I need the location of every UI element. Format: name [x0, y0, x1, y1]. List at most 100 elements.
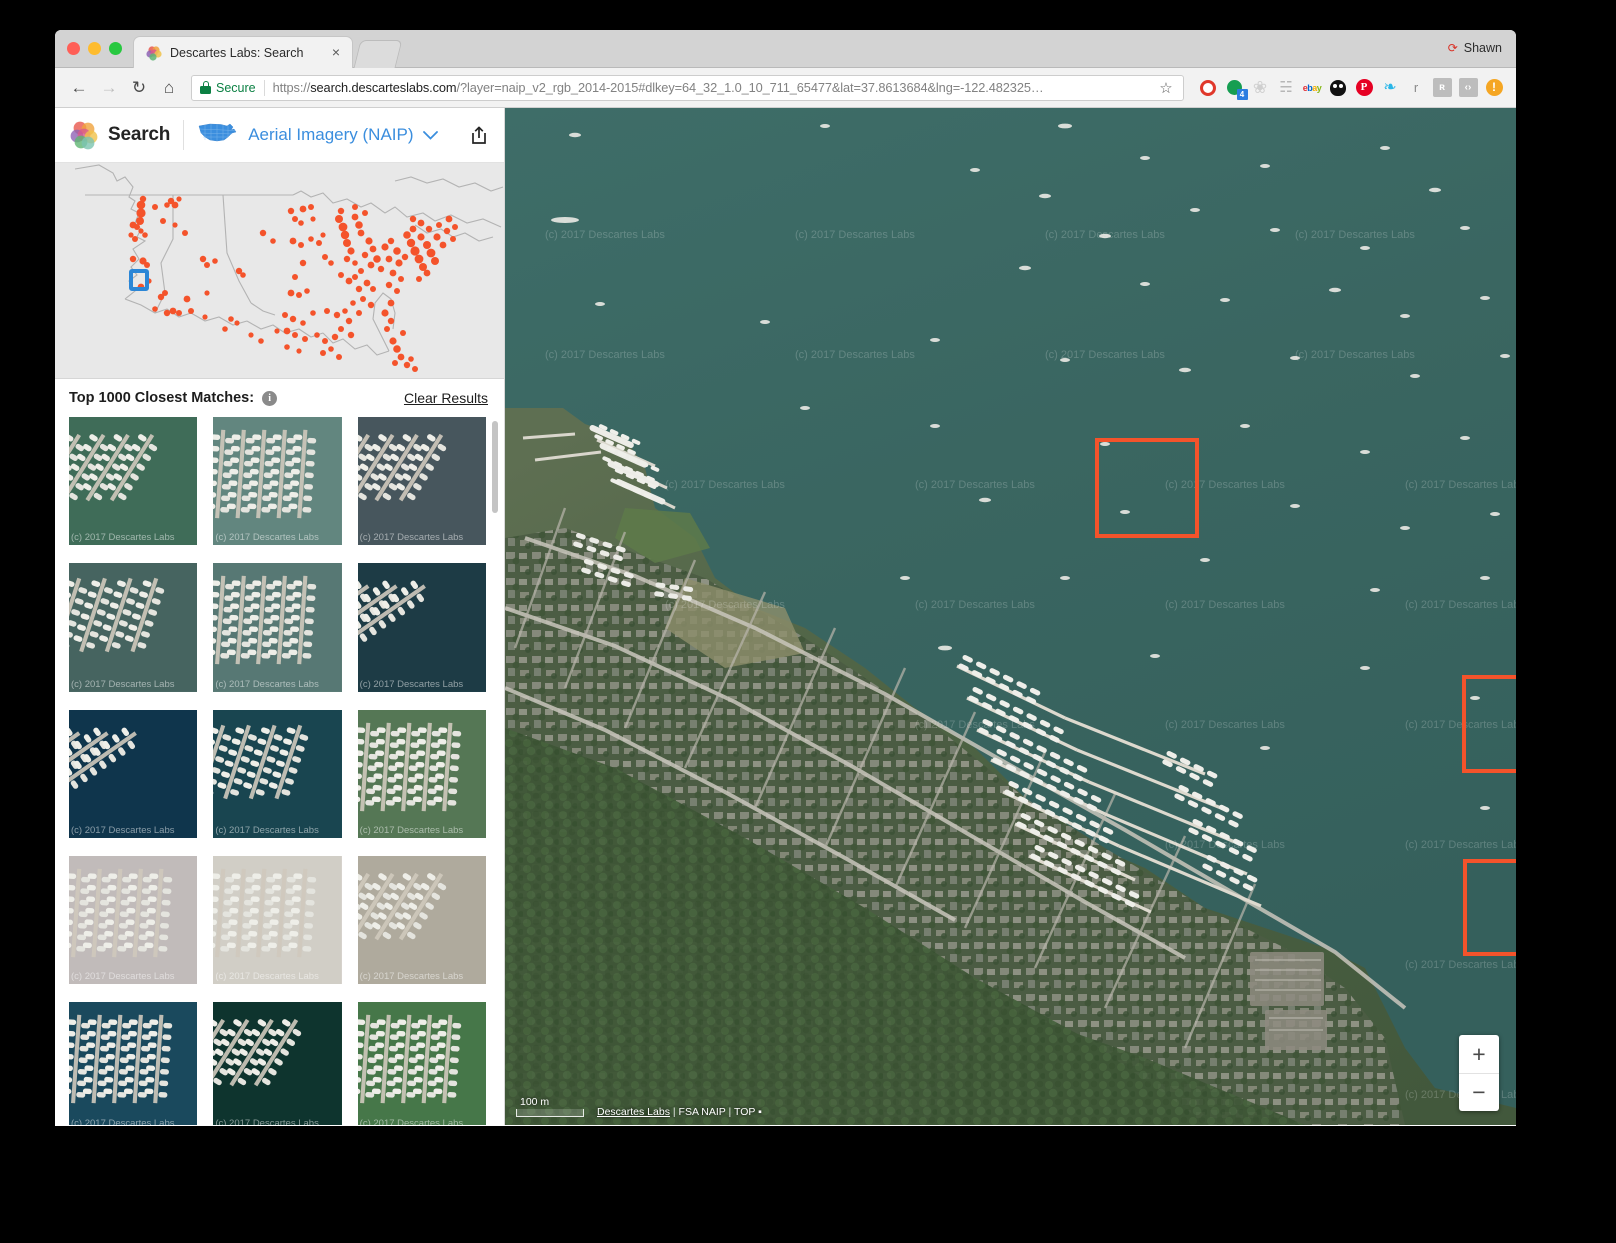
attribution-separator-2: |	[728, 1106, 732, 1118]
tab-title: Descartes Labs: Search	[170, 45, 304, 60]
chevron-down-icon	[422, 128, 438, 143]
svg-text:(c) 2017 Descartes Labs: (c) 2017 Descartes Labs	[795, 229, 915, 241]
svg-text:(c) 2017 Descartes Labs: (c) 2017 Descartes Labs	[665, 479, 785, 491]
svg-text:(c) 2017 Descartes Labs: (c) 2017 Descartes Labs	[545, 349, 665, 361]
result-thumbnail[interactable]: (c) 2017 Descartes Labs	[213, 1002, 342, 1125]
overview-map-svg	[55, 163, 504, 378]
sync-error-icon: ⟳	[1447, 41, 1458, 55]
browser-window: Descartes Labs: Search × ⟳ Shawn ← → ↻ ⌂…	[55, 30, 1516, 1126]
profile-chip[interactable]: ⟳ Shawn	[1448, 41, 1502, 55]
zoom-in-button[interactable]: +	[1459, 1035, 1499, 1073]
tab-strip: Descartes Labs: Search × ⟳ Shawn	[55, 30, 1516, 68]
layer-label: Aerial Imagery (NAIP)	[248, 125, 414, 144]
result-thumbnail[interactable]: (c) 2017 Descartes Labs	[213, 709, 342, 838]
code-extension-icon[interactable]: ‹›	[1456, 76, 1480, 100]
result-thumbnail[interactable]: (c) 2017 Descartes Labs	[69, 709, 198, 838]
close-window-button[interactable]	[67, 42, 80, 55]
svg-text:(c) 2017 Descartes Labs: (c) 2017 Descartes Labs	[1405, 839, 1516, 851]
browser-tab-active[interactable]: Descartes Labs: Search ×	[133, 36, 353, 68]
sidebar: Search Aerial Imagery (NAIP) Top 1000 Cl…	[55, 108, 505, 1125]
result-thumbnail[interactable]: (c) 2017 Descartes Labs	[69, 1002, 198, 1125]
address-bar[interactable]: Secure https://search.descarteslabs.com/…	[191, 74, 1184, 101]
app-header: Search Aerial Imagery (NAIP)	[55, 108, 504, 163]
map-scale-rule	[516, 1109, 584, 1117]
maximize-window-button[interactable]	[109, 42, 122, 55]
attribution-dot-icon: ▪	[758, 1106, 762, 1118]
minimize-window-button[interactable]	[88, 42, 101, 55]
result-thumbnail[interactable]: (c) 2017 Descartes Labs	[357, 855, 486, 985]
ebay-extension-icon[interactable]: ebay	[1300, 76, 1324, 100]
attribution-top: TOP	[734, 1106, 756, 1118]
back-button[interactable]: ←	[65, 74, 93, 102]
lock-icon	[200, 81, 211, 94]
svg-text:(c) 2017 Descartes Labs: (c) 2017 Descartes Labs	[1405, 959, 1516, 971]
browser-toolbar: ← → ↻ ⌂ Secure https://search.descartesl…	[55, 68, 1516, 108]
window-traffic-lights	[67, 42, 122, 55]
owl-extension-icon[interactable]	[1326, 76, 1350, 100]
r-extension-icon[interactable]: r	[1404, 76, 1428, 100]
aerial-map-imagery: (c) 2017 Descartes Labs (c) 2017 Descart…	[505, 108, 1516, 1125]
result-thumbnail[interactable]: (c) 2017 Descartes Labs	[69, 855, 198, 985]
svg-text:(c) 2017 Descartes Labs: (c) 2017 Descartes Labs	[795, 349, 915, 361]
rbadge-extension-icon[interactable]: ʀ	[1430, 76, 1454, 100]
results-scrollbar-track[interactable]	[492, 421, 498, 1121]
result-thumbnail[interactable]: (c) 2017 Descartes Labs	[357, 417, 486, 546]
map-scale-bar: 100 m	[516, 1096, 584, 1117]
home-button[interactable]: ⌂	[155, 74, 183, 102]
info-icon[interactable]: i	[262, 390, 278, 406]
opera-extension-icon[interactable]	[1196, 76, 1220, 100]
svg-text:(c) 2017 Descartes Labs: (c) 2017 Descartes Labs	[1045, 229, 1165, 241]
result-thumbnail[interactable]: (c) 2017 Descartes Labs	[357, 709, 486, 838]
result-thumbnail[interactable]: (c) 2017 Descartes Labs	[357, 1002, 486, 1125]
svg-text:(c) 2017 Descartes Labs: (c) 2017 Descartes Labs	[545, 229, 665, 241]
svg-text:(c) 2017 Descartes Labs: (c) 2017 Descartes Labs	[1165, 479, 1285, 491]
extension-tray: 4 ❀ ☵ ebay P ❧ r ʀ ‹› !	[1192, 76, 1506, 100]
extension-badge-count: 4	[1236, 89, 1248, 100]
result-thumbnail[interactable]: (c) 2017 Descartes Labs	[69, 417, 198, 546]
layer-picker[interactable]: Aerial Imagery (NAIP)	[197, 121, 438, 150]
svg-text:(c) 2017 Descartes Labs: (c) 2017 Descartes Labs	[1405, 719, 1516, 731]
map-attribution: Descartes Labs | FSA NAIP | TOP ▪	[597, 1106, 762, 1118]
warning-extension-icon[interactable]: !	[1482, 76, 1506, 100]
new-tab-button[interactable]	[353, 40, 403, 68]
reload-button[interactable]: ↻	[125, 74, 153, 102]
map-zoom-controls: + −	[1459, 1035, 1499, 1111]
gray-extension-icon[interactable]: ☵	[1274, 76, 1298, 100]
svg-text:(c) 2017 Descartes Labs: (c) 2017 Descartes Labs	[915, 599, 1035, 611]
clear-results-link[interactable]: Clear Results	[404, 390, 488, 406]
svg-text:(c) 2017 Descartes Labs: (c) 2017 Descartes Labs	[1295, 229, 1415, 241]
descartes-labs-logo-icon	[69, 120, 99, 150]
share-button[interactable]	[464, 120, 494, 150]
attribution-brand-link[interactable]: Descartes Labs	[597, 1106, 670, 1118]
results-title: Top 1000 Closest Matches:	[69, 390, 255, 406]
wave-extension-icon[interactable]: ❧	[1378, 76, 1402, 100]
result-thumbnail[interactable]: (c) 2017 Descartes Labs	[69, 563, 198, 692]
forward-button[interactable]: →	[95, 74, 123, 102]
results-thumbnail-grid: (c) 2017 Descartes Labs (c) 2017 Descart…	[69, 417, 486, 1125]
aerial-map[interactable]: (c) 2017 Descartes Labs (c) 2017 Descart…	[505, 108, 1516, 1125]
bookmark-star-icon[interactable]: ☆	[1155, 77, 1177, 99]
svg-text:(c) 2017 Descartes Labs: (c) 2017 Descartes Labs	[665, 599, 785, 611]
badge-extension-icon[interactable]: 4	[1222, 76, 1248, 100]
page-content: Search Aerial Imagery (NAIP) Top 1000 Cl…	[55, 108, 1516, 1125]
omnibox-divider	[263, 79, 265, 96]
url-path: /?layer=naip_v2_rgb_2014-2015#dlkey=64_3…	[456, 80, 1044, 95]
attribution-separator-1: |	[672, 1106, 676, 1118]
svg-text:(c) 2017 Descartes Labs: (c) 2017 Descartes Labs	[915, 719, 1035, 731]
svg-text:(c) 2017 Descartes Labs: (c) 2017 Descartes Labs	[1405, 599, 1516, 611]
zoom-out-button[interactable]: −	[1459, 1073, 1499, 1111]
profile-name: Shawn	[1463, 41, 1502, 55]
flower-extension-icon[interactable]: ❀	[1248, 76, 1272, 100]
map-scale-label: 100 m	[520, 1096, 550, 1108]
tab-close-icon[interactable]: ×	[328, 44, 344, 61]
result-thumbnail[interactable]: (c) 2017 Descartes Labs	[357, 563, 486, 692]
pinterest-extension-icon[interactable]: P	[1352, 76, 1376, 100]
svg-text:(c) 2017 Descartes Labs: (c) 2017 Descartes Labs	[1045, 349, 1165, 361]
result-thumbnail[interactable]: (c) 2017 Descartes Labs	[213, 855, 342, 985]
result-thumbnail[interactable]: (c) 2017 Descartes Labs	[213, 563, 342, 692]
results-scroll-area[interactable]: (c) 2017 Descartes Labs (c) 2017 Descart…	[55, 417, 504, 1125]
svg-text:(c) 2017 Descartes Labs: (c) 2017 Descartes Labs	[1165, 839, 1285, 851]
result-thumbnail[interactable]: (c) 2017 Descartes Labs	[213, 417, 342, 546]
usa-overview-map[interactable]	[55, 163, 504, 379]
results-scrollbar-thumb[interactable]	[492, 421, 498, 513]
